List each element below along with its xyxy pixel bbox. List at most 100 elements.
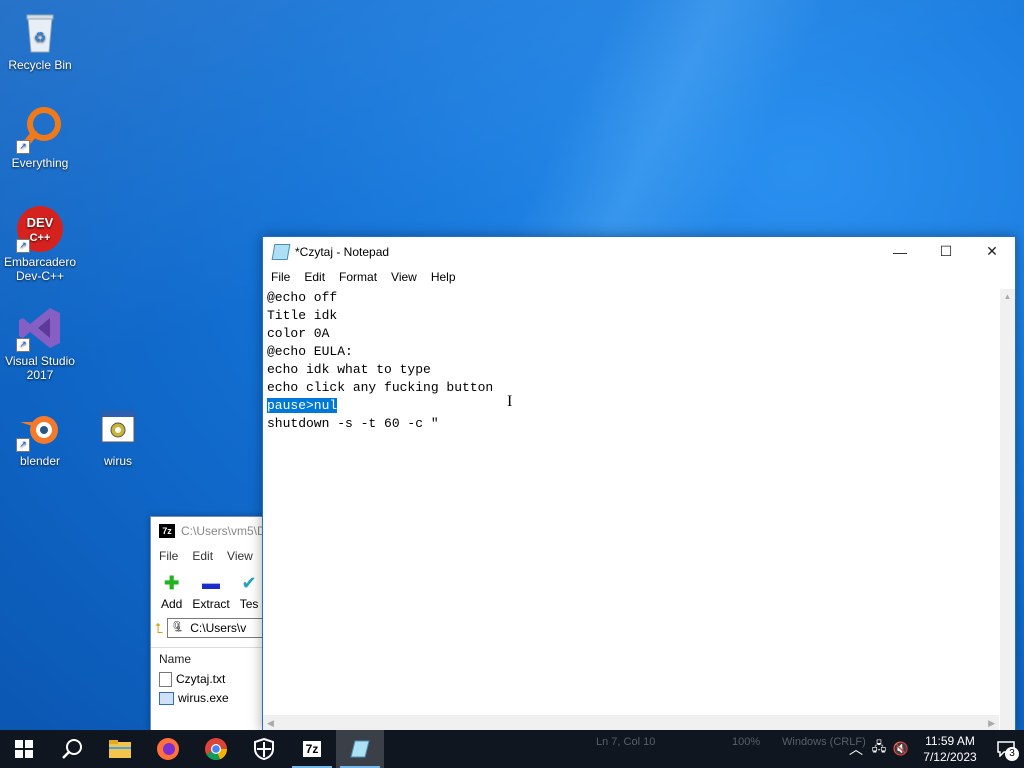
desktop-icon-label: Recycle Bin xyxy=(8,58,72,72)
editor-line: shutdown -s -t 60 -c " xyxy=(267,416,439,431)
visual-studio-icon: ↗ xyxy=(16,304,64,352)
add-button[interactable]: ✚ Add xyxy=(161,573,182,611)
status-zoom: 100% xyxy=(732,736,761,748)
vertical-scrollbar[interactable]: ▲ xyxy=(1000,289,1015,715)
scroll-corner xyxy=(1000,715,1015,731)
clock[interactable]: 11:59 AM 7/12/2023 xyxy=(912,733,988,765)
scroll-left-icon[interactable]: ◀ xyxy=(267,715,274,731)
test-button-label: Tes xyxy=(239,597,259,611)
recycle-bin-icon: ♻ xyxy=(16,8,64,56)
shortcut-arrow-icon: ↗ xyxy=(16,239,30,253)
editor-line: @echo EULA: xyxy=(267,344,353,359)
editor-line-selected: pause>nul xyxy=(267,397,995,415)
editor-line: color 0A xyxy=(267,326,330,341)
firefox-icon xyxy=(157,738,179,760)
start-button[interactable] xyxy=(0,730,48,768)
list-item-label: wirus.exe xyxy=(178,691,229,705)
notepad-title: *Czytaj - Notepad xyxy=(295,244,390,259)
taskbar-notepad[interactable] xyxy=(336,730,384,768)
desktop-icon-label: wirus xyxy=(103,454,132,468)
shortcut-arrow-icon: ↗ xyxy=(16,140,30,154)
text-cursor-icon: I xyxy=(507,393,513,410)
folder-icon xyxy=(109,740,131,758)
scroll-right-icon[interactable]: ▶ xyxy=(988,715,995,731)
shortcut-arrow-icon: ↗ xyxy=(16,438,30,452)
sevenzip-menu-edit[interactable]: Edit xyxy=(192,549,213,563)
editor-line: echo click any fucking button xyxy=(267,380,494,395)
text-selection: pause>nul xyxy=(267,398,338,413)
desktop-icon-label: Embarcadero Dev-C++ xyxy=(3,255,77,283)
desktop-icon-visual-studio[interactable]: ↗ Visual Studio 2017 xyxy=(0,304,80,382)
notepad-app-icon xyxy=(271,243,291,260)
sevenzip-menu-view[interactable]: View xyxy=(227,549,253,563)
notepad-icon xyxy=(350,740,370,758)
volume-muted-icon[interactable]: 🔇 xyxy=(890,741,912,757)
desktop-icon-wirus[interactable]: wirus xyxy=(78,404,158,468)
menu-file[interactable]: File xyxy=(271,270,290,284)
menu-edit[interactable]: Edit xyxy=(304,270,325,284)
close-button[interactable]: ✕ xyxy=(969,237,1015,266)
scroll-up-icon[interactable]: ▲ xyxy=(1000,289,1015,304)
minimize-button[interactable]: — xyxy=(877,237,923,266)
extract-button[interactable]: ▬ Extract xyxy=(192,573,229,611)
exe-file-icon xyxy=(159,692,174,705)
text-editor[interactable]: @echo off Title idk color 0A @echo EULA:… xyxy=(263,289,999,715)
desktop-icon-label: Visual Studio 2017 xyxy=(5,354,75,382)
taskbar-file-explorer[interactable] xyxy=(96,730,144,768)
taskbar-firefox[interactable] xyxy=(144,730,192,768)
taskbar-chrome[interactable] xyxy=(192,730,240,768)
desktop-icon-label: Everything xyxy=(11,156,69,170)
sevenzip-menu-file[interactable]: File xyxy=(159,549,178,563)
search-button[interactable] xyxy=(48,730,96,768)
checkmark-icon: ✔ xyxy=(241,573,257,593)
archive-icon: 🗜 xyxy=(171,622,184,633)
desktop-icon-everything[interactable]: ↗ Everything xyxy=(0,106,80,170)
clock-time: 11:59 AM xyxy=(925,734,975,748)
editor-line: @echo off xyxy=(267,290,338,305)
desktop-icon-blender[interactable]: ↗ blender xyxy=(0,404,80,468)
taskbar-security[interactable] xyxy=(240,730,288,768)
sevenzip-app-icon: 7z xyxy=(159,524,175,538)
desktop-icon-recycle-bin[interactable]: ♻ Recycle Bin xyxy=(0,8,80,72)
editor-line: Title idk xyxy=(267,308,338,323)
folder-up-icon[interactable]: ⮤ xyxy=(155,620,163,637)
sevenzip-address-text: C:\Users\v xyxy=(190,621,247,635)
menu-format[interactable]: Format xyxy=(339,270,377,284)
network-icon[interactable]: 🖧 xyxy=(868,738,890,760)
extract-button-label: Extract xyxy=(192,597,230,611)
notepad-menubar: File Edit Format View Help xyxy=(263,266,1015,288)
sevenzip-address-field[interactable]: 🗜 C:\Users\v xyxy=(167,618,272,638)
horizontal-scrollbar[interactable]: ◀ ▶ xyxy=(263,715,999,731)
taskbar-7zip[interactable]: 7z xyxy=(288,730,336,768)
windows-icon xyxy=(15,740,33,758)
desktop-icon-label: blender xyxy=(19,454,61,468)
batch-file-icon xyxy=(94,404,142,452)
system-tray: ︿ 🖧 🔇 11:59 AM 7/12/2023 3 xyxy=(844,730,1024,768)
editor-line: echo idk what to type xyxy=(267,362,431,377)
test-button[interactable]: ✔ Tes xyxy=(240,573,259,611)
menu-help[interactable]: Help xyxy=(431,270,456,284)
plus-icon: ✚ xyxy=(164,573,180,593)
desktop-icon-devcpp[interactable]: DEV C++ ↗ Embarcadero Dev-C++ xyxy=(0,205,80,283)
maximize-button[interactable]: ☐ xyxy=(923,237,969,266)
svg-text:♻: ♻ xyxy=(34,29,47,45)
status-position: Ln 7, Col 10 xyxy=(596,736,656,748)
notepad-window[interactable]: *Czytaj - Notepad — ☐ ✕ File Edit Format… xyxy=(262,236,1016,732)
notification-center-button[interactable]: 3 xyxy=(988,730,1024,768)
add-button-label: Add xyxy=(161,597,183,611)
list-item-label: Czytaj.txt xyxy=(176,672,226,686)
shield-icon xyxy=(254,738,274,760)
sevenzip-title: C:\Users\vm5\D xyxy=(181,524,266,538)
blender-icon: ↗ xyxy=(16,404,64,452)
menu-view[interactable]: View xyxy=(391,270,417,284)
svg-text:DEV: DEV xyxy=(27,215,54,230)
chrome-icon xyxy=(205,738,228,761)
devcpp-icon: DEV C++ ↗ xyxy=(16,205,64,253)
shortcut-arrow-icon: ↗ xyxy=(16,338,30,352)
notification-count-badge: 3 xyxy=(1005,747,1019,761)
chevron-up-icon[interactable]: ︿ xyxy=(844,739,868,759)
close-icon: ✕ xyxy=(986,243,998,259)
maximize-icon: ☐ xyxy=(939,243,953,259)
svg-text:C++: C++ xyxy=(30,232,51,244)
notepad-titlebar[interactable]: *Czytaj - Notepad — ☐ ✕ xyxy=(263,237,1015,266)
